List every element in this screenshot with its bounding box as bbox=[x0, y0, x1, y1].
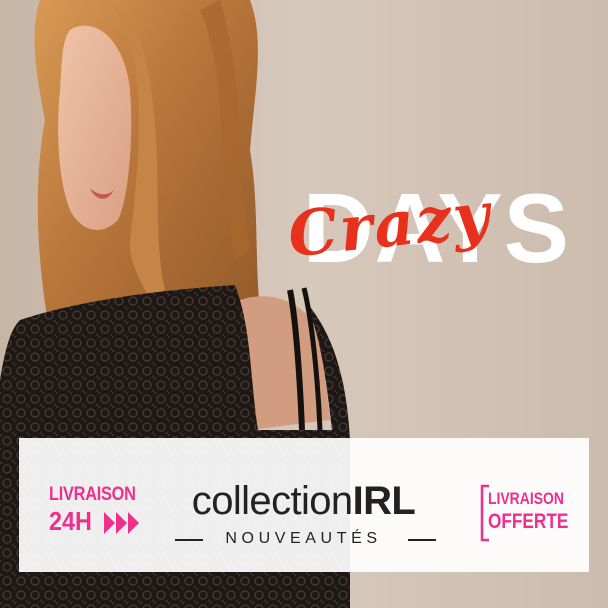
headline: DAYS Crazy bbox=[270, 178, 590, 288]
free-delivery-line2: OFFERTE bbox=[488, 510, 569, 533]
delivery-24h-line1: LIVRAISON bbox=[49, 484, 136, 505]
delivery-24h-badge: LIVRAISON 24H bbox=[49, 484, 149, 544]
ad-banner[interactable]: DAYS Crazy LIVRAISON 24H collectionIRL N… bbox=[0, 0, 608, 608]
free-delivery-line1: LIVRAISON bbox=[488, 489, 564, 508]
tagline-rule-right bbox=[408, 539, 436, 541]
delivery-24h-line2: 24H bbox=[49, 506, 92, 536]
brand-tagline-row: NOUVEAUTÉS bbox=[171, 529, 436, 549]
brand-name: collectionIRL bbox=[171, 479, 436, 523]
brand-tagline: NOUVEAUTÉS bbox=[225, 530, 382, 547]
promo-banner: LIVRAISON 24H collectionIRL NOUVEAUTÉS L… bbox=[19, 438, 589, 572]
brand-logo: collectionIRL NOUVEAUTÉS bbox=[171, 479, 436, 549]
free-delivery-badge: LIVRAISON OFFERTE bbox=[479, 484, 571, 544]
triple-chevron-arrows-icon bbox=[104, 512, 139, 534]
brand-name-bold: IRL bbox=[352, 479, 416, 523]
brand-name-light: collection bbox=[191, 479, 353, 523]
